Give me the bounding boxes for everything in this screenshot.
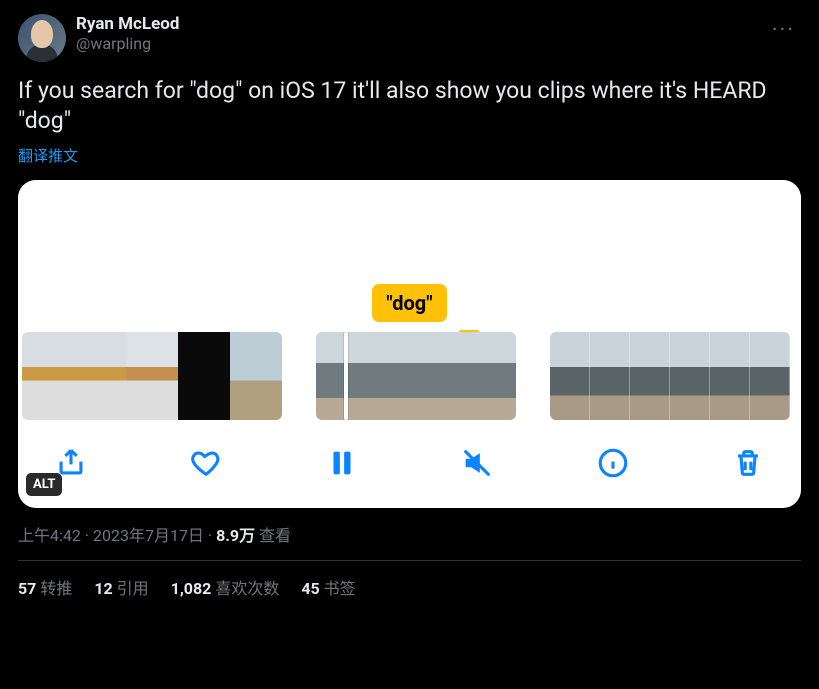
tweet-header: Ryan McLeod @warpling ··· [18, 14, 801, 62]
alt-badge[interactable]: ALT [26, 473, 62, 496]
clip-frame [670, 332, 710, 420]
clip-frame [550, 332, 590, 420]
clip-frame [178, 332, 230, 420]
quotes-stat[interactable]: 12 引用 [94, 575, 148, 599]
retweets-stat[interactable]: 57 转推 [18, 575, 72, 599]
handle: @warpling [76, 34, 756, 53]
clip-frame [630, 332, 670, 420]
heart-icon[interactable] [189, 446, 223, 480]
media-controls [18, 420, 801, 508]
clip-frame [230, 332, 282, 420]
tweet-meta: 上午4:42 · 2023年7月17日 · 8.9万 查看 [18, 522, 801, 561]
clip-frame [750, 332, 790, 420]
clip-frame [383, 332, 450, 420]
media-attachment[interactable]: "dog" [18, 180, 801, 508]
trash-icon[interactable] [731, 446, 765, 480]
clip-thumb-group [22, 332, 282, 420]
clip-frame [316, 332, 383, 420]
playhead-handle[interactable] [344, 332, 348, 420]
views-label: 查看 [255, 526, 291, 545]
media-whitespace [18, 180, 801, 284]
tweet-text: If you search for "dog" on iOS 17 it'll … [18, 76, 801, 137]
clip-frame [126, 332, 178, 420]
tweet-container: Ryan McLeod @warpling ··· If you search … [0, 0, 819, 613]
author-names[interactable]: Ryan McLeod @warpling [76, 14, 756, 53]
date[interactable]: 2023年7月17日 [93, 526, 204, 545]
bookmarks-stat[interactable]: 45 书签 [301, 575, 355, 599]
translate-link[interactable]: 翻译推文 [18, 145, 801, 166]
more-options-icon[interactable]: ··· [766, 14, 801, 47]
clip-frame [74, 332, 126, 420]
views-count: 8.9万 [216, 526, 255, 545]
clip-thumb-group [550, 332, 790, 420]
info-icon[interactable] [596, 446, 630, 480]
clip-frame [590, 332, 630, 420]
mute-icon[interactable] [460, 446, 494, 480]
pause-icon[interactable] [325, 446, 359, 480]
display-name: Ryan McLeod [76, 14, 756, 34]
avatar[interactable] [18, 14, 66, 62]
video-scrubber[interactable] [18, 332, 801, 420]
caption-tag-row: "dog" [18, 284, 801, 332]
clip-thumb-group [316, 332, 516, 420]
engagement-stats: 57 转推 12 引用 1,082 喜欢次数 45 书签 [18, 561, 801, 613]
caption-tag: "dog" [372, 284, 446, 322]
timestamp[interactable]: 上午4:42 [18, 526, 81, 545]
clip-frame [710, 332, 750, 420]
clip-frame [22, 332, 74, 420]
clip-frame [449, 332, 516, 420]
likes-stat[interactable]: 1,082 喜欢次数 [171, 575, 280, 599]
